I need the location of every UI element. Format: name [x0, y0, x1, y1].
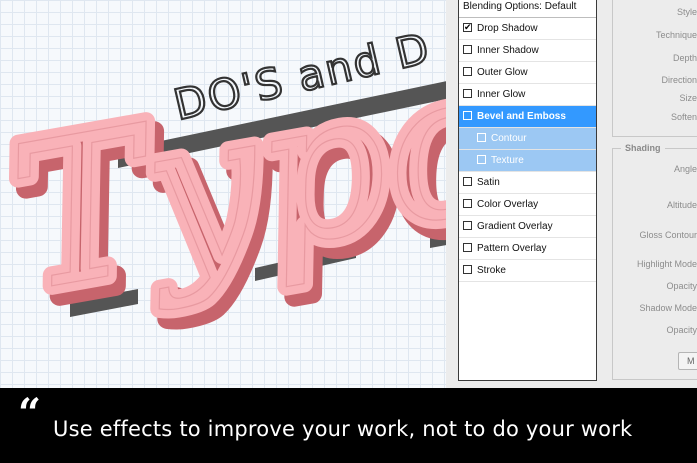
- styles-list: Blending Options: Default ✔ Drop Shadow I…: [458, 0, 597, 381]
- direction-label: Direction: [661, 75, 697, 85]
- outer-glow-checkbox[interactable]: [463, 66, 472, 76]
- style-item-label: Inner Shadow: [477, 45, 539, 56]
- shadow-opacity-label: Opacity: [666, 325, 697, 335]
- style-item-inner-glow[interactable]: Inner Glow: [459, 84, 596, 106]
- style-item-label: Inner Glow: [477, 89, 526, 100]
- highlight-opacity-label: Opacity: [666, 281, 697, 291]
- gradient-overlay-checkbox[interactable]: [463, 220, 472, 230]
- blending-options-header[interactable]: Blending Options: Default: [459, 0, 596, 18]
- texture-checkbox[interactable]: [477, 154, 486, 164]
- gloss-contour-label: Gloss Contour: [639, 230, 697, 240]
- highlight-mode-label: Highlight Mode: [636, 259, 697, 269]
- satin-checkbox[interactable]: [463, 176, 472, 186]
- drop-shadow-checkbox[interactable]: ✔: [463, 22, 472, 32]
- style-item-stroke[interactable]: Stroke: [459, 260, 596, 282]
- stroke-checkbox[interactable]: [463, 264, 472, 274]
- style-label: Style: [676, 7, 697, 17]
- style-item-label: Drop Shadow: [477, 23, 538, 34]
- style-item-bevel-and-emboss[interactable]: Bevel and Emboss: [459, 106, 596, 128]
- depth-label: Depth: [672, 53, 697, 63]
- make-default-button[interactable]: M: [678, 352, 697, 370]
- bevel-and-emboss-checkbox[interactable]: [463, 110, 472, 120]
- shading-legend: Shading: [621, 143, 665, 153]
- canvas-artwork: DO'S and D Typog Typog Typog: [0, 0, 450, 388]
- style-item-label: Pattern Overlay: [477, 243, 547, 254]
- pattern-overlay-checkbox[interactable]: [463, 242, 472, 252]
- style-item-satin[interactable]: Satin: [459, 172, 596, 194]
- altitude-label: Altitude: [666, 200, 697, 210]
- style-item-label: Gradient Overlay: [477, 221, 553, 232]
- color-overlay-checkbox[interactable]: [463, 198, 472, 208]
- quote-mark-icon: “: [18, 390, 42, 437]
- inner-glow-checkbox[interactable]: [463, 88, 472, 98]
- style-item-texture[interactable]: Texture: [459, 150, 596, 172]
- style-item-label: Satin: [477, 177, 500, 188]
- style-item-label: Outer Glow: [477, 67, 528, 78]
- layer-style-dialog: Blending Options: Default ✔ Drop Shadow I…: [446, 0, 697, 388]
- caption-bar: “ Use effects to improve your work, not …: [0, 388, 697, 463]
- style-item-pattern-overlay[interactable]: Pattern Overlay: [459, 238, 596, 260]
- style-item-inner-shadow[interactable]: Inner Shadow: [459, 40, 596, 62]
- style-item-contour[interactable]: Contour: [459, 128, 596, 150]
- artwork-svg: DO'S and D Typog Typog Typog: [0, 0, 450, 357]
- style-item-color-overlay[interactable]: Color Overlay: [459, 194, 596, 216]
- blending-options-label: Blending Options: Default: [463, 1, 577, 12]
- style-item-label: Texture: [491, 155, 524, 166]
- style-item-label: Stroke: [477, 265, 506, 276]
- inner-shadow-checkbox[interactable]: [463, 44, 472, 54]
- shadow-mode-label: Shadow Mode: [639, 303, 697, 313]
- style-item-gradient-overlay[interactable]: Gradient Overlay: [459, 216, 596, 238]
- soften-label: Soften: [670, 112, 697, 122]
- technique-label: Technique: [655, 30, 697, 40]
- angle-label: Angle: [673, 164, 697, 174]
- size-label: Size: [679, 93, 697, 103]
- style-item-outer-glow[interactable]: Outer Glow: [459, 62, 596, 84]
- style-item-label: Bevel and Emboss: [477, 111, 566, 122]
- style-item-label: Contour: [491, 133, 527, 144]
- style-item-drop-shadow[interactable]: ✔ Drop Shadow: [459, 18, 596, 40]
- caption-text: Use effects to improve your work, not to…: [53, 417, 633, 441]
- style-item-label: Color Overlay: [477, 199, 539, 210]
- contour-checkbox[interactable]: [477, 132, 486, 142]
